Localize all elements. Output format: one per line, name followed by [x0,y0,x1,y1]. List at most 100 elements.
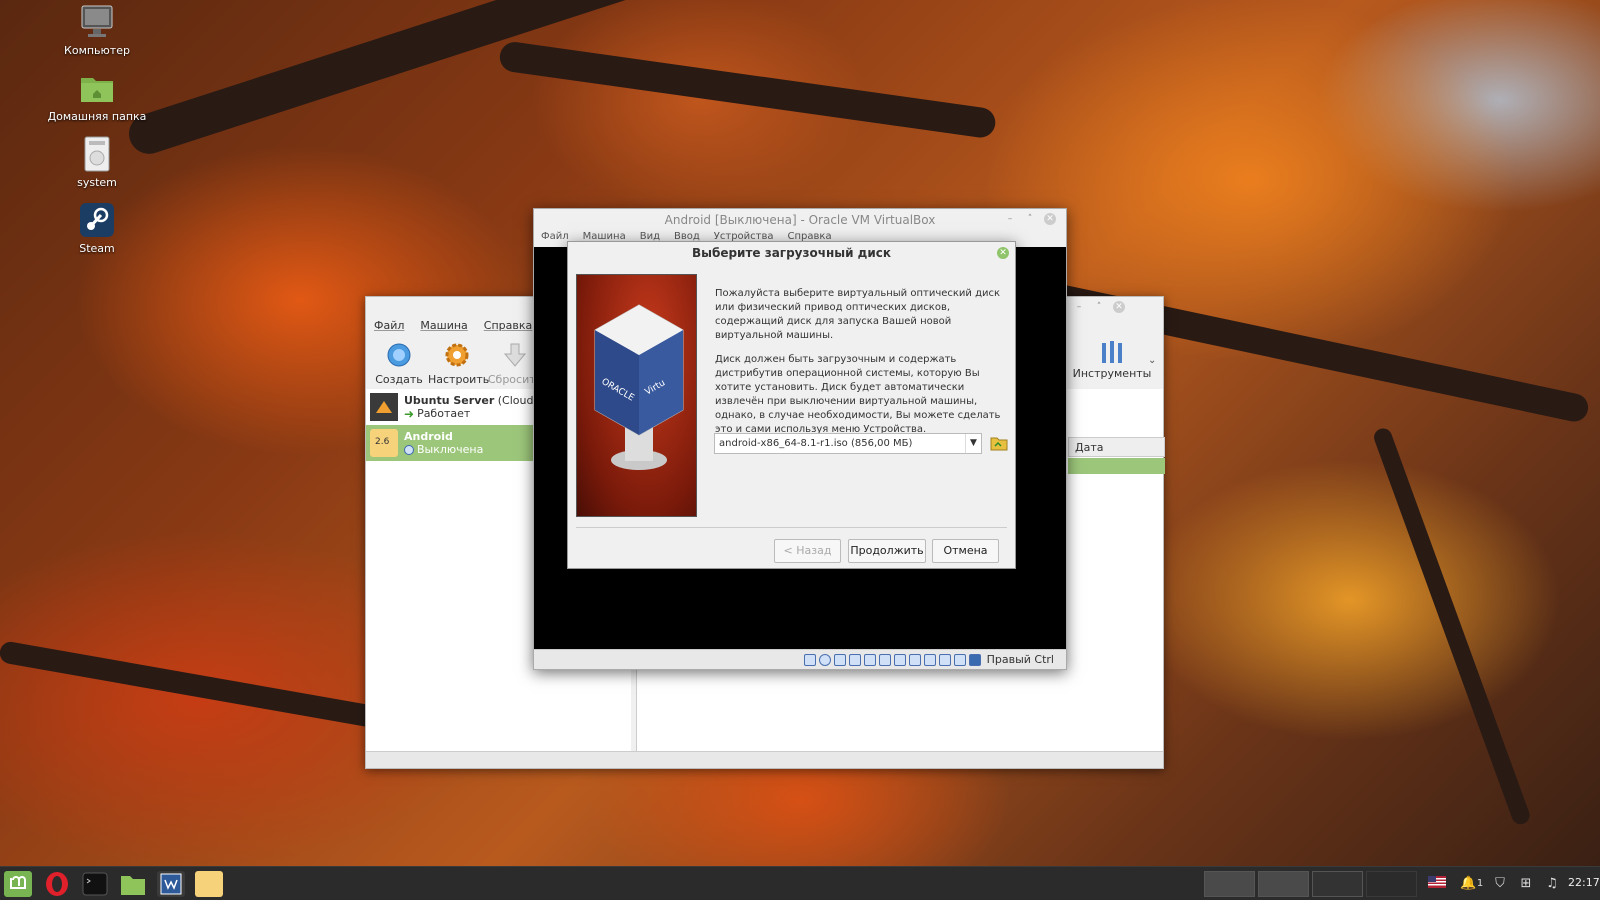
desktop-icon-computer[interactable]: Компьютер [47,4,147,57]
wallpaper-branch [497,40,998,140]
dialog-paragraph-1: Пожалуйста выберите виртуальный оптическ… [715,288,1001,341]
gear-icon [443,341,471,369]
continue-button[interactable]: Продолжить [848,539,926,563]
vm-statusbar: Правый Ctrl [534,649,1066,669]
files-icon[interactable] [119,871,147,897]
settings-button[interactable]: Настроить [428,341,490,386]
home-folder-icon [79,70,115,106]
notification-count: 1 [1476,878,1484,889]
vm-window-title: Android [Выключена] - Oracle VM VirtualB… [664,213,936,227]
running-arrow-icon: ➜ [404,406,415,421]
vm-status: Выключена [417,443,484,456]
close-icon[interactable]: ✕ [997,247,1009,259]
menu-help[interactable]: Справка [476,319,540,337]
maximize-icon[interactable]: ˄ [1024,213,1036,225]
android-os-icon: 2.6 [370,429,398,457]
mint-menu-icon[interactable] [4,871,32,897]
cancel-button[interactable]: Отмена [932,539,999,563]
hard-disk-icon[interactable] [803,653,816,666]
power-off-icon [404,444,414,455]
date-created-column-header[interactable]: Дата создания [1068,437,1165,467]
menu-machine[interactable]: Машина [412,319,475,337]
us-flag-icon[interactable] [1428,876,1446,892]
manager-statusbar [366,751,1163,768]
virtualbox-logo-image: ORACLE Virtu [576,274,697,517]
dialog-title: Выберите загрузочный диск ✕ [568,242,1015,264]
vm-name-suffix: (Cloud) [497,393,538,407]
new-vm-icon [385,341,413,369]
host-key-label: Правый Ctrl [986,653,1054,666]
manager-window-controls: – ˄ ✕ [1073,301,1125,313]
arrow-down-icon [501,341,529,369]
chevron-down-icon[interactable]: ▼ [965,434,981,453]
choose-disk-folder-button[interactable] [990,434,1008,452]
sound-icon[interactable]: ♫ [1544,876,1560,892]
menu-file[interactable]: Файл [366,319,412,337]
android-vm-icon[interactable] [195,871,223,897]
cpu-icon[interactable] [938,653,951,666]
create-label: Создать [375,373,423,386]
vm-window-controls: – ˄ ✕ [1004,213,1056,225]
workspace-4[interactable] [1366,871,1417,897]
host-key-icon [968,653,981,666]
back-button[interactable]: < Назад [774,539,841,563]
desktop-icon-system[interactable]: system [47,136,147,189]
network-icon[interactable] [848,653,861,666]
chevron-down-icon[interactable]: ⌄ [1148,355,1156,366]
dialog-paragraph-2: Диск должен быть загрузочным и содержать… [715,354,1001,435]
dialog-description: Пожалуйста выберите виртуальный оптическ… [715,287,1007,447]
desktop-icon-home[interactable]: Домашняя папка [47,70,147,123]
desktop-icon-label: Компьютер [64,44,130,57]
desktop-icon-label: system [77,176,117,189]
tools-button[interactable]: Инструменты [1072,339,1152,380]
boot-disk-select[interactable]: android-x86_64-8.1-r1.iso (856,00 МБ) ▼ [714,433,982,454]
close-icon[interactable]: ✕ [1044,213,1056,225]
tools-label: Инструменты [1072,367,1152,380]
wallpaper-branch [1371,425,1533,827]
audio-icon[interactable] [833,653,846,666]
opera-icon[interactable] [43,871,71,897]
usb-icon[interactable] [863,653,876,666]
network-icon[interactable]: ⊞ [1518,876,1534,892]
taskbar: 🔔 1 ⛉ ⊞ ♫ 22:17 [0,866,1600,900]
settings-label: Настроить [428,373,490,386]
android-os-badge: 2.6 [375,437,390,447]
maximize-icon[interactable]: ˄ [1093,301,1105,313]
shared-folder-icon[interactable] [878,653,891,666]
dialog-separator [576,527,1007,528]
desktop-icon-label: Steam [79,242,115,255]
workspace-1[interactable] [1204,871,1255,897]
close-icon[interactable]: ✕ [1113,301,1125,313]
terminal-icon[interactable] [81,871,109,897]
desktop-icon-label: Домашняя папка [47,110,147,123]
ubuntu-os-icon [370,393,398,421]
computer-icon [79,4,115,40]
boot-disk-dialog: Выберите загрузочный диск ✕ ORACLE Virtu… [567,241,1016,569]
boot-disk-value: android-x86_64-8.1-r1.iso (856,00 МБ) [719,438,913,449]
optical-disk-icon[interactable] [818,653,831,666]
vm-name: Ubuntu Server [404,393,495,407]
minimize-icon[interactable]: – [1004,213,1016,225]
workspace-3[interactable] [1312,871,1363,897]
desktop-icon-steam[interactable]: Steam [47,202,147,255]
vm-name: Android [404,430,453,443]
vm-status: Работает [417,407,471,420]
keyboard-icon[interactable] [953,653,966,666]
steam-icon [79,202,115,238]
clock[interactable]: 22:17 [1568,876,1600,889]
create-button[interactable]: Создать [370,341,428,386]
shield-icon[interactable]: ⛉ [1492,876,1508,892]
folder-icon [990,437,1008,451]
dialog-title-text: Выберите загрузочный диск [691,246,892,260]
manager-toolbar: Создать Настроить Сбросить [370,341,544,386]
workspace-2[interactable] [1258,871,1309,897]
display-icon[interactable] [893,653,906,666]
selected-row-highlight [1068,458,1165,474]
minimize-icon[interactable]: – [1073,301,1085,313]
video-capture-icon[interactable] [908,653,921,666]
virtualbox-icon[interactable] [157,871,185,897]
manager-menubar: Файл Машина Справка [366,319,540,337]
tools-icon [1072,339,1152,367]
drive-icon [79,136,115,172]
mouse-integration-icon[interactable] [923,653,936,666]
